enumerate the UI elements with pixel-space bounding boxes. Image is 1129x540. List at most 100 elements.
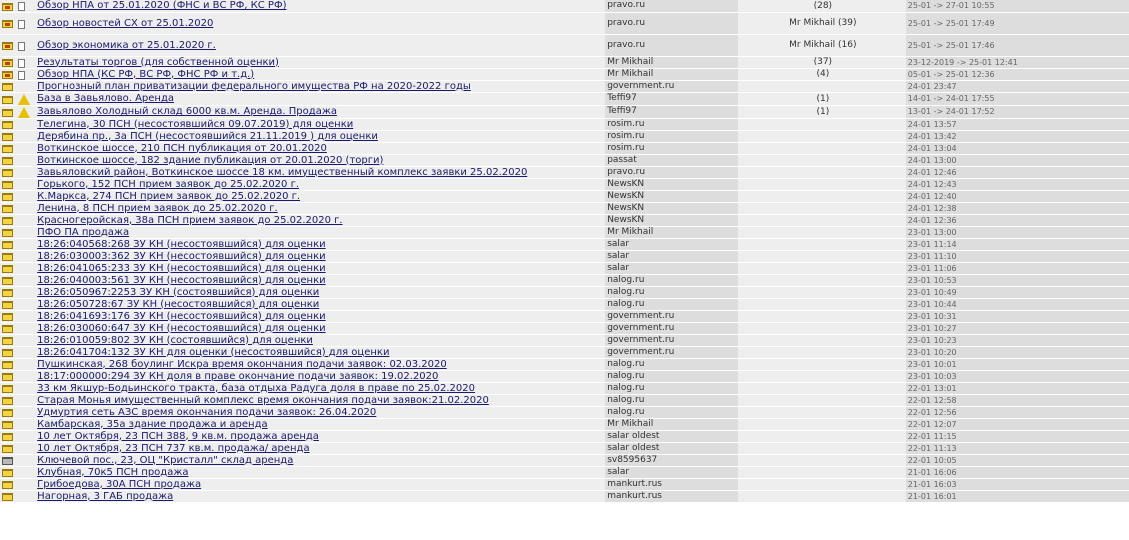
topic-title-link[interactable]: Обзор НПА от 25.01.2020 (ФНС и ВС РФ, КС…: [37, 0, 286, 11]
moved-topic-folder-icon: [2, 457, 13, 465]
topic-title-link[interactable]: 10 лет Октября, 23 ПСН 737 кв.м. продажа…: [37, 443, 309, 454]
topic-title-cell: 18:26:050728:67 ЗУ КН (несостоявшийся) д…: [35, 298, 606, 311]
topic-replies: [737, 238, 906, 251]
topic-status-cell: [0, 442, 17, 455]
topic-title-link[interactable]: Ключевой пос., 23, ОЦ "Кристалл" склад а…: [37, 455, 293, 466]
topic-replies: [737, 322, 906, 335]
topic-type-cell: [16, 80, 36, 93]
topic-author: nalog.ru: [605, 394, 738, 407]
topic-last-post-date: 23-01 10:27: [905, 322, 1129, 335]
topic-title-link[interactable]: Обзор НПА (КС РФ, ВС РФ, ФНС РФ и т.д.): [37, 69, 254, 80]
topic-title-link[interactable]: Красногеройская, 38а ПСН прием заявок до…: [37, 215, 342, 226]
topic-type-cell: [16, 105, 36, 119]
topic-title-link[interactable]: ПФО ПА продажа: [37, 227, 129, 238]
topic-title-link[interactable]: Завьяловский район, Воткинское шоссе 18 …: [37, 167, 527, 178]
topic-last-post-date: 23-01 10:31: [905, 310, 1129, 323]
topic-title-link[interactable]: К.Маркса, 274 ПСН прием заявок до 25.02.…: [37, 191, 300, 202]
topic-status-cell: [0, 250, 17, 263]
topic-replies: [737, 274, 906, 287]
topic-type-cell: [16, 394, 36, 407]
topic-title-cell: Старая Монья имущественный комплекс врем…: [35, 394, 606, 407]
topic-title-cell: 18:26:010059:802 ЗУ КН (состоявшийся) дл…: [35, 334, 606, 347]
topic-title-link[interactable]: 18:26:050967:2253 ЗУ КН (состоявшийся) д…: [37, 287, 319, 298]
topic-title-link[interactable]: Ленина, 8 ПСН прием заявок до 25.02.2020…: [37, 203, 278, 214]
topic-title-cell: Красногеройская, 38а ПСН прием заявок до…: [35, 214, 606, 227]
topic-replies: [737, 166, 906, 179]
topic-title-cell: Обзор НПА от 25.01.2020 (ФНС и ВС РФ, КС…: [35, 0, 606, 13]
hot-topic-folder-icon: [2, 20, 13, 28]
topic-title-link[interactable]: Обзор экономика от 25.01.2020 г.: [37, 40, 216, 51]
topic-title-link[interactable]: Воткинское шоссе, 182 здание публикация …: [37, 155, 383, 166]
topic-title-link[interactable]: Удмуртия сеть АЗС время окончания подачи…: [37, 407, 376, 418]
topic-last-post-date: 22-01 12:07: [905, 418, 1129, 431]
topic-author: salar: [605, 466, 738, 479]
topic-title-link[interactable]: Результаты торгов (для собственной оценк…: [37, 57, 279, 68]
topic-author: Mr Mikhail: [605, 418, 738, 431]
topic-author: NewsKN: [605, 190, 738, 203]
topic-title-link[interactable]: Пушкинская, 268 боулинг Искра время окон…: [37, 359, 447, 370]
topic-replies: (37): [737, 56, 906, 69]
topic-title-link[interactable]: 18:26:041693:176 ЗУ КН (несостоявшийся) …: [37, 311, 325, 322]
topic-title-link[interactable]: 33 км Якшур-Бодьинского тракта, база отд…: [37, 383, 475, 394]
topic-title-link[interactable]: Нагорная, 3 ГАБ продажа: [37, 491, 173, 502]
topic-title-link[interactable]: База в Завьялово. Аренда: [37, 93, 174, 104]
topic-title-link[interactable]: 18:26:041704:132 ЗУ КН для оценки (несос…: [37, 347, 389, 358]
topic-status-cell: [0, 105, 17, 119]
topic-title-link[interactable]: Телегина, 30 ПСН (несостоявшийся 09.07.2…: [37, 119, 353, 130]
topic-title-link[interactable]: Обзор новостей СХ от 25.01.2020: [37, 18, 213, 29]
topic-title-link[interactable]: 18:26:050728:67 ЗУ КН (несостоявшийся) д…: [37, 299, 319, 310]
topic-replies: [737, 310, 906, 323]
topic-title-link[interactable]: Камбарская, 35а здание продажа и аренда: [37, 419, 267, 430]
topic-last-post-date: 23-01 11:10: [905, 250, 1129, 263]
topic-title-link[interactable]: 18:17:000000:294 ЗУ КН доля в праве окон…: [37, 371, 438, 382]
topic-title-cell: Прогнозный план приватизации федеральног…: [35, 80, 606, 93]
topic-title-link[interactable]: 18:26:041065:233 ЗУ КН (несостоявшийся) …: [37, 263, 325, 274]
topic-last-post-date: 22-01 11:15: [905, 430, 1129, 443]
folder-icon: [2, 108, 13, 117]
topic-title-link[interactable]: Прогнозный план приватизации федеральног…: [37, 81, 471, 92]
topic-type-cell: [16, 154, 36, 167]
topic-last-post-date: 22-01 10:05: [905, 454, 1129, 467]
topic-type-cell: [16, 92, 36, 106]
topic-author: salar oldest: [605, 442, 738, 455]
topic-title-link[interactable]: Завьялово Холодный склад 6000 кв.м. Арен…: [37, 106, 337, 117]
topic-title-cell: База в Завьялово. Аренда: [35, 92, 606, 106]
topic-title-link[interactable]: 18:26:040003:561 ЗУ КН (несостоявшийся) …: [37, 275, 325, 286]
topic-type-cell: [16, 142, 36, 155]
topic-row: 18:26:041693:176 ЗУ КН (несостоявшийся) …: [0, 310, 1129, 323]
topic-title-link[interactable]: Воткинское шоссе, 210 ПСН публикация от …: [37, 143, 327, 154]
folder-icon: [2, 205, 13, 213]
topic-title-link[interactable]: 18:26:010059:802 ЗУ КН (состоявшийся) дл…: [37, 335, 313, 346]
topic-author: NewsKN: [605, 214, 738, 227]
topic-title-link[interactable]: 18:26:030003:362 ЗУ КН (несостоявшийся) …: [37, 251, 325, 262]
topic-row: Старая Монья имущественный комплекс врем…: [0, 394, 1129, 407]
topic-title-link[interactable]: Старая Монья имущественный комплекс врем…: [37, 395, 489, 406]
topic-title-link[interactable]: Дерябина пр., 3а ПСН (несостоявшийся 21.…: [37, 131, 378, 142]
topic-row: Удмуртия сеть АЗС время окончания подачи…: [0, 406, 1129, 419]
topic-status-cell: [0, 238, 17, 251]
topic-title-cell: Обзор новостей СХ от 25.01.2020: [35, 12, 606, 35]
topic-title-link[interactable]: 10 лет Октября, 23 ПСН 388, 9 кв.м. прод…: [37, 431, 319, 442]
topic-author: Mr Mikhail: [605, 68, 738, 81]
topic-author: nalog.ru: [605, 274, 738, 287]
topic-status-cell: [0, 80, 17, 93]
topic-title-link[interactable]: Клубная, 70к5 ПСН продажа: [37, 467, 188, 478]
topic-type-cell: [16, 274, 36, 287]
topic-row: База в Завьялово. Аренда Teffi97 (1) 14-01 …: [0, 92, 1129, 106]
folder-icon: [2, 325, 13, 333]
topic-title-link[interactable]: Грибоедова, 30А ПСН продажа: [37, 479, 201, 490]
topic-author: rosim.ru: [605, 118, 738, 131]
topic-author: mankurt.rus: [605, 490, 738, 503]
topic-type-cell: [16, 382, 36, 395]
topic-title-link[interactable]: Горького, 152 ПСН прием заявок до 25.02.…: [37, 179, 299, 190]
topic-last-post-date: 24-01 12:40: [905, 190, 1129, 203]
topic-replies: [737, 178, 906, 191]
folder-icon: [2, 445, 13, 453]
topic-type-cell: [16, 286, 36, 299]
topic-title-link[interactable]: 18:26:040568:268 ЗУ КН (несостоявшийся) …: [37, 239, 325, 250]
topic-title-link[interactable]: 18:26:030060:647 ЗУ КН (несостоявшийся) …: [37, 323, 325, 334]
topic-last-post-date: 21-01 16:06: [905, 466, 1129, 479]
topic-status-cell: [0, 34, 17, 57]
topic-replies: [737, 478, 906, 491]
topic-type-cell: [16, 466, 36, 479]
